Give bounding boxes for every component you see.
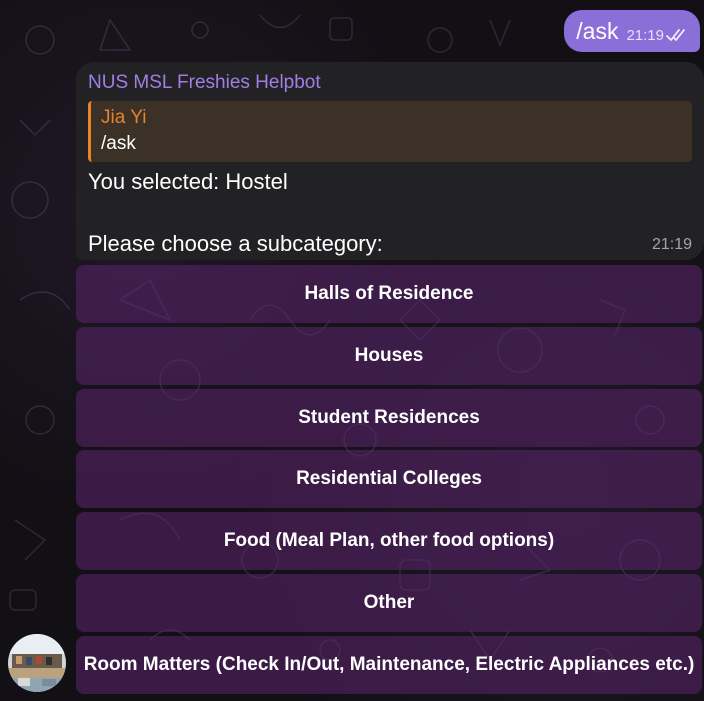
incoming-message-time: 21:19 [651, 236, 692, 253]
double-check-icon [666, 29, 685, 41]
incoming-message[interactable]: NUS MSL Freshies Helpbot Jia Yi /ask You… [76, 62, 704, 260]
keyboard-button-houses[interactable]: Houses [76, 327, 702, 385]
chat-area: /ask 21:19 NUS MSL Freshies Helpbot Jia … [0, 0, 704, 701]
sender-name[interactable]: NUS MSL Freshies Helpbot [88, 70, 692, 96]
reply-text: /ask [101, 133, 136, 154]
outgoing-message[interactable]: /ask 21:19 [564, 10, 700, 52]
outgoing-message-text: /ask [576, 17, 619, 44]
message-text-line-2: Please choose a subcategory: [88, 231, 383, 256]
avatar-image [8, 634, 66, 692]
keyboard-button-residential-colleges[interactable]: Residential Colleges [76, 450, 702, 508]
message-text-line-1: You selected: Hostel [88, 169, 288, 194]
reply-preview[interactable]: Jia Yi /ask [88, 101, 692, 162]
keyboard-button-student-residences[interactable]: Student Residences [76, 389, 702, 447]
keyboard-button-food[interactable]: Food (Meal Plan, other food options) [76, 512, 702, 570]
keyboard-button-other[interactable]: Other [76, 574, 702, 632]
keyboard-button-halls-of-residence[interactable]: Halls of Residence [76, 265, 702, 323]
keyboard-button-room-matters[interactable]: Room Matters (Check In/Out, Maintenance,… [76, 636, 702, 694]
outgoing-message-time: 21:19 [626, 26, 664, 44]
outgoing-message-meta: 21:19 [626, 27, 688, 44]
bot-avatar[interactable] [8, 634, 66, 692]
reply-author: Jia Yi [101, 107, 147, 128]
